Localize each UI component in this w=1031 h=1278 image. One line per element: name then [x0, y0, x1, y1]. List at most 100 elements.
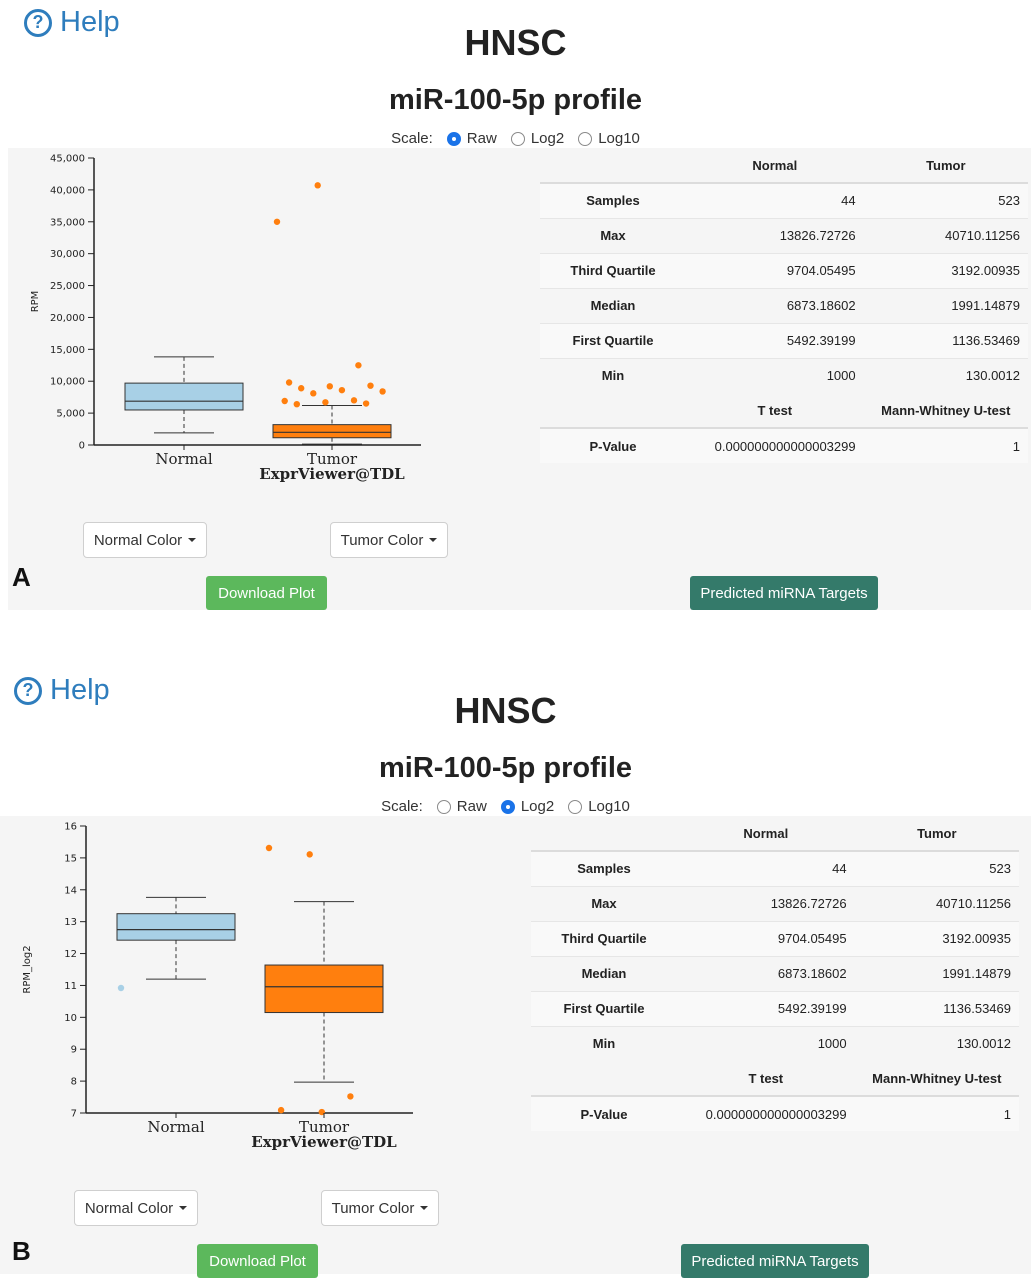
row-label: Max — [540, 217, 686, 253]
normal-value: 1000 — [686, 357, 864, 393]
box — [116, 913, 236, 941]
test-header-row: T test Mann-Whitney U-test — [531, 1061, 1019, 1097]
stats-header-normal: Normal — [677, 816, 855, 852]
scale-option-log10[interactable]: Log10 — [588, 798, 630, 815]
tumor-value: 1136.53469 — [854, 990, 1019, 1026]
normal-color-button[interactable]: Normal Color — [83, 522, 207, 558]
normal-value: 13826.72726 — [677, 885, 855, 921]
scale-radio-raw[interactable] — [446, 131, 461, 146]
y-tick-label: 35,000 — [50, 217, 85, 228]
y-axis-label: RPM_log2 — [22, 945, 33, 993]
normal-value: 6873.18602 — [677, 955, 855, 991]
stats-table: Normal Tumor Samples 44 523 Max 13826.72… — [540, 148, 1028, 463]
row-label: Samples — [531, 850, 677, 886]
tumor-value: 3192.00935 — [863, 252, 1028, 288]
y-tick-label: 15,000 — [50, 345, 85, 356]
box — [264, 964, 384, 1014]
normal-value: 44 — [677, 850, 855, 886]
y-tick-label: 0 — [79, 441, 85, 452]
stats-header-row: Normal Tumor — [540, 148, 1028, 184]
scale-radio-log2[interactable] — [510, 131, 525, 146]
predicted-targets-button[interactable]: Predicted miRNA Targets — [690, 576, 878, 610]
tumor-value: 130.0012 — [854, 1025, 1019, 1061]
stats-header-blank — [531, 816, 677, 852]
scale-option-raw[interactable]: Raw — [457, 798, 487, 815]
stats-header-row: Normal Tumor — [531, 816, 1019, 852]
scale-option-raw[interactable]: Raw — [467, 130, 497, 147]
outlier-point — [293, 400, 300, 408]
outlier-point — [326, 383, 333, 390]
outlier-point — [350, 397, 358, 404]
row-label: First Quartile — [531, 990, 677, 1026]
normal-value: 9704.05495 — [686, 252, 864, 288]
stats-header-blank — [540, 148, 686, 184]
cancer-title: HNSC — [454, 690, 557, 731]
test-header-row: T test Mann-Whitney U-test — [540, 393, 1028, 429]
scale-option-log2[interactable]: Log2 — [521, 798, 554, 815]
row-label: Min — [531, 1025, 677, 1061]
tumor-value: 1991.14879 — [854, 955, 1019, 991]
scale-radio-log2[interactable] — [500, 799, 515, 814]
row-label: Median — [540, 287, 686, 323]
table-row: Samples 44 523 — [531, 850, 1019, 886]
scale-label: Scale: — [391, 130, 433, 147]
tumor-color-button[interactable]: Tumor Color — [330, 522, 448, 558]
test-header-blank — [531, 1061, 677, 1097]
outlier-point — [298, 385, 305, 392]
normal-color-label: Normal Color — [84, 1199, 174, 1217]
caret-down-icon — [179, 1206, 188, 1210]
watermark: ExprViewer@TDL — [251, 1133, 397, 1151]
caret-down-icon — [420, 1206, 429, 1210]
stats-header-tumor: Tumor — [863, 148, 1028, 184]
outlier-point — [322, 399, 329, 406]
scale-selector: Scale: Raw Log2 Log10 — [0, 130, 1031, 147]
test-header-ttest: T test — [686, 393, 864, 429]
table-row: Max 13826.72726 40710.11256 — [540, 217, 1028, 253]
download-plot-button[interactable]: Download Plot — [206, 576, 327, 610]
y-tick-label: 40,000 — [50, 185, 85, 196]
profile-title: miR-100-5p profile — [389, 84, 642, 116]
normal-color-button[interactable]: Normal Color — [74, 1190, 198, 1226]
y-tick-label: 13 — [64, 917, 77, 928]
row-label: Samples — [540, 182, 686, 218]
panel-a: ? Help HNSC miR-100-5p profile Scale: Ra… — [0, 0, 1031, 640]
boxplot-chart: 78910111213141516RPM_log2Normal TumorExpr… — [22, 822, 413, 1151]
outlier-point — [355, 362, 362, 369]
outlier-point — [314, 182, 321, 189]
pvalue-label: P-Value — [531, 1095, 677, 1131]
outlier-point — [306, 851, 313, 858]
table-row: Third Quartile 9704.05495 3192.00935 — [540, 252, 1028, 288]
scale-radio-log10[interactable] — [578, 131, 593, 146]
tumor-value: 40710.11256 — [863, 217, 1028, 253]
outlier-point — [310, 390, 317, 397]
outlier-point — [379, 388, 386, 395]
predicted-targets-button[interactable]: Predicted miRNA Targets — [681, 1244, 869, 1278]
tumor-color-button[interactable]: Tumor Color — [321, 1190, 439, 1226]
y-tick-label: 12 — [64, 949, 77, 960]
table-row: First Quartile 5492.39199 1136.53469 — [540, 322, 1028, 358]
y-tick-label: 10 — [64, 1013, 77, 1024]
normal-value: 44 — [686, 182, 864, 218]
tumor-value: 523 — [854, 850, 1019, 886]
row-label: Max — [531, 885, 677, 921]
tumor-value: 130.0012 — [863, 357, 1028, 393]
row-label: Third Quartile — [540, 252, 686, 288]
row-label: Third Quartile — [531, 920, 677, 956]
panel-b: ? Help HNSC miR-100-5p profile Scale: Ra… — [0, 668, 1031, 1278]
normal-color-label: Normal Color — [93, 531, 183, 549]
scale-option-log2[interactable]: Log2 — [531, 130, 564, 147]
y-tick-label: 9 — [71, 1045, 77, 1056]
tumor-value: 523 — [863, 182, 1028, 218]
stats-header-normal: Normal — [686, 148, 864, 184]
tumor-color-label: Tumor Color — [331, 1199, 415, 1217]
table-row: Max 13826.72726 40710.11256 — [531, 885, 1019, 921]
scale-option-log10[interactable]: Log10 — [598, 130, 640, 147]
tumor-color-label: Tumor Color — [340, 531, 424, 549]
caret-down-icon — [188, 538, 197, 542]
normal-value: 5492.39199 — [677, 990, 855, 1026]
watermark: ExprViewer@TDL — [259, 465, 405, 483]
scale-radio-raw[interactable] — [436, 799, 451, 814]
download-plot-button[interactable]: Download Plot — [197, 1244, 318, 1278]
scale-radio-log10[interactable] — [568, 799, 583, 814]
outlier-point — [265, 844, 273, 852]
